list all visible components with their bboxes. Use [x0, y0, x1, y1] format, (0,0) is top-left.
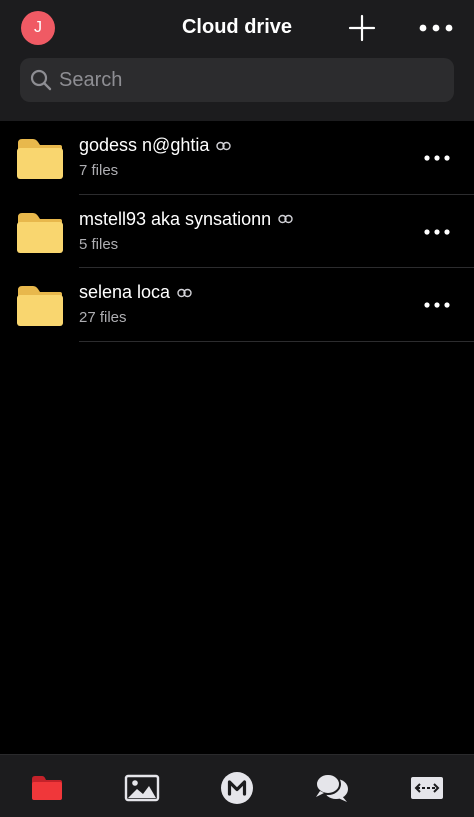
row-more-icon[interactable] — [422, 222, 452, 242]
folder-name-line: selena loca — [79, 282, 192, 303]
plus-icon — [348, 14, 376, 42]
more-options-button[interactable] — [417, 15, 455, 41]
folder-name-line: godess n@ghtia — [79, 135, 232, 156]
tab-transfers[interactable] — [407, 768, 447, 808]
row-more-icon[interactable] — [422, 295, 452, 315]
file-count: 27 files — [79, 309, 127, 326]
mega-logo-icon — [221, 772, 253, 804]
tab-cloud-drive[interactable] — [27, 768, 67, 808]
page-title: Cloud drive — [181, 16, 292, 38]
bottom-tab-bar — [0, 754, 474, 817]
search-bar[interactable] — [20, 58, 454, 102]
photos-icon — [124, 774, 160, 802]
folder-icon — [32, 776, 62, 800]
search-icon — [30, 69, 52, 91]
transfers-icon — [411, 777, 443, 799]
folder-icon — [17, 139, 63, 179]
folder-icon — [17, 212, 63, 253]
file-count: 5 files — [79, 235, 119, 253]
folder-name: selena loca — [79, 282, 171, 302]
link-icon — [216, 141, 232, 150]
row-more-icon[interactable] — [422, 148, 452, 168]
tab-chat[interactable] — [312, 768, 352, 808]
chat-icon — [315, 773, 348, 802]
folder-name: mstell93 aka synsationn — [79, 208, 272, 229]
tab-photos[interactable] — [122, 768, 162, 808]
folder-icon — [17, 286, 63, 326]
divider — [79, 340, 474, 342]
link-icon — [278, 214, 293, 224]
link-icon — [177, 288, 192, 297]
folder-name-line: mstell93 aka synsationn — [79, 209, 293, 230]
tab-home[interactable] — [217, 768, 257, 808]
top-bar: J Cloud drive — [0, 0, 474, 121]
folder-name: godess n@ghtia — [79, 135, 210, 155]
folder-row[interactable]: mstell93 aka synsationn 5 files — [0, 195, 474, 268]
folder-list: godess n@ghtia 7 files mstell93 aka syns… — [0, 121, 474, 342]
more-icon — [419, 24, 453, 32]
file-count: 7 files — [79, 162, 119, 179]
add-button[interactable] — [347, 13, 377, 43]
folder-row[interactable]: selena loca 27 files — [0, 268, 474, 342]
search-input[interactable] — [59, 58, 439, 102]
folder-row[interactable]: godess n@ghtia 7 files — [0, 121, 474, 195]
